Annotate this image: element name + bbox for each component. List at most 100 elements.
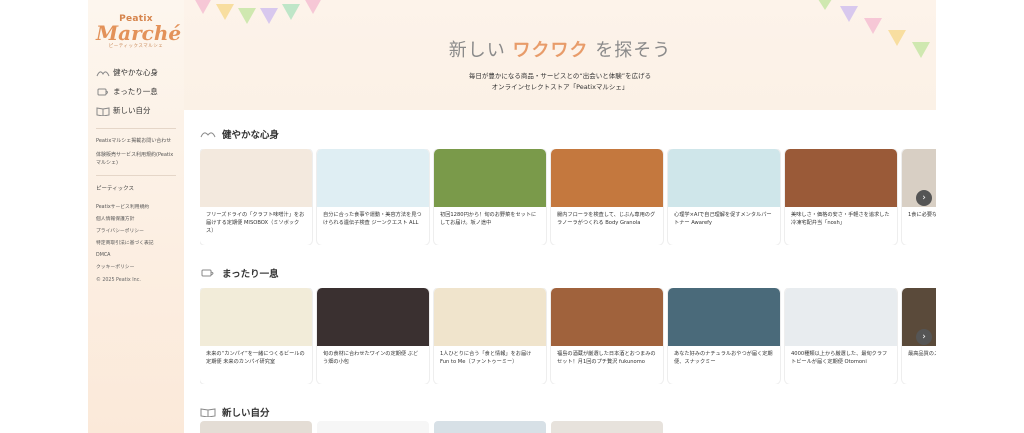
- legal-link[interactable]: プライバシーポリシー: [96, 226, 176, 238]
- sidebar-item-wellness[interactable]: 健やかな心身: [96, 63, 176, 82]
- product-title: 最高品質のスペシャルティ: [908, 351, 936, 357]
- bunting-flag: [282, 4, 300, 20]
- product-title: 心理学×AIで自己理解を促すメンタルパートナー Awarefy: [674, 212, 772, 226]
- main-content: 新しい ワクワク を探そう 毎日が豊かになる商品・サービスとの“出会いと体験”を…: [184, 0, 936, 433]
- card-carousel: 未来の“カンパイ”を一緒につくるビールの定期便 未来のカンパイ研究室 旬の食材に…: [200, 288, 936, 384]
- product-title: 自分に合った食事や運動・美容方法を見つけられる遺伝子検査 ジーンクエスト ALL: [323, 212, 422, 226]
- legal-link[interactable]: DMCA: [96, 250, 176, 262]
- contact-link[interactable]: Peatixマルシェ掲載お問い合わせ: [96, 137, 176, 145]
- category-section-relax: まったり一息 未来の“カンパイ”を一緒につくるビールの定期便 未来のカンパイ研究…: [200, 266, 936, 390]
- logo-main: Marché: [96, 21, 182, 45]
- legal-link[interactable]: Peatixサービス利用規約: [96, 202, 176, 214]
- section-title: まったり一息: [222, 269, 279, 280]
- hero-title: 新しい ワクワク を探そう: [184, 36, 936, 62]
- sidebar-item-label: まったり一息: [113, 87, 158, 96]
- page-frame: Peatix Marché ピーティックスマルシェ 健やかな心身 まったり一息 …: [88, 0, 936, 433]
- product-title: 1人ひとりに合う「食と情報」をお届け Fun to Me（ファントゥーミー）: [440, 351, 532, 365]
- product-card[interactable]: 腸内フローラを検査して、じぶん専用のグラノーラがつくれる Body Granol…: [551, 149, 663, 245]
- section-heading: 新しい自分: [200, 405, 936, 419]
- product-image: [434, 288, 546, 346]
- legal-link[interactable]: 特定商取引法に基づく表記: [96, 238, 176, 250]
- card-carousel: フリーズドライの「クラフト味噌汁」をお届けする定期便 MISOBOX（ミソボック…: [200, 149, 936, 245]
- wellness-icon: [200, 129, 216, 139]
- product-card[interactable]: 旬の食材に合わせたワインの定期便 ぶどう畑の小包: [317, 288, 429, 384]
- logo[interactable]: Peatix Marché ピーティックスマルシェ: [96, 14, 182, 49]
- product-card[interactable]: 美味しさ・価格の安さ・手軽さを追求した冷凍宅配弁当「nosh」: [785, 149, 897, 245]
- bunting-flag: [216, 4, 234, 20]
- section-title: 新しい自分: [222, 408, 270, 419]
- product-title: あなた好みのナチュラルおやつが届く定期便、スナックミー: [674, 351, 773, 365]
- product-card[interactable]: 初回1280円から！旬のお野菜をセットにしてお届け。坂ノ途中: [434, 149, 546, 245]
- legal-link[interactable]: クッキーポリシー: [96, 262, 176, 274]
- sidebar-item-relax[interactable]: まったり一息: [96, 82, 176, 101]
- product-title: 旬の食材に合わせたワインの定期便 ぶどう畑の小包: [323, 351, 419, 365]
- hero-description: 毎日が豊かになる商品・サービスとの“出会いと体験”を広げる: [468, 72, 652, 80]
- category-section-wellness: 健やかな心身 フリーズドライの「クラフト味噌汁」をお届けする定期便 MISOBO…: [200, 127, 936, 251]
- sidebar-item-label: 新しい自分: [113, 106, 151, 115]
- hero-title-accent: ワクワク: [512, 40, 589, 61]
- next-arrow-button[interactable]: ›: [916, 190, 932, 206]
- product-title: フリーズドライの「クラフト味噌汁」をお届けする定期便 MISOBOX（ミソボック…: [206, 212, 305, 234]
- product-title: 未来の“カンパイ”を一緒につくるビールの定期便 未来のカンパイ研究室: [206, 351, 305, 365]
- product-image[interactable]: [434, 421, 546, 433]
- sidebar-divider: [96, 128, 176, 129]
- product-image: [434, 149, 546, 207]
- hero-title-post: を探そう: [588, 40, 672, 61]
- bunting-flag: [260, 8, 278, 24]
- terms-link[interactable]: 体験販売サービス利用規約(Peatixマルシェ): [96, 151, 176, 167]
- product-image: [551, 288, 663, 346]
- product-image[interactable]: [317, 421, 429, 433]
- product-title: 福島の酒蔵が厳選した日本酒とおつまみのセット！月1回のプチ贅沢 fukunomo: [557, 351, 656, 365]
- product-image: [785, 149, 897, 207]
- section-title: 健やかな心身: [222, 130, 280, 141]
- book-icon: [200, 407, 216, 418]
- product-image: [317, 288, 429, 346]
- product-title: 1食に必要な栄養素を「完全栄養食」: [908, 212, 936, 218]
- bunting-flag: [304, 0, 322, 14]
- bunting-flag: [864, 18, 882, 34]
- product-card[interactable]: 自分に合った食事や運動・美容方法を見つけられる遺伝子検査 ジーンクエスト ALL: [317, 149, 429, 245]
- sidebar: Peatix Marché ピーティックスマルシェ 健やかな心身 まったり一息 …: [88, 0, 184, 433]
- product-title: 腸内フローラを検査して、じぶん専用のグラノーラがつくれる Body Granol…: [557, 212, 656, 226]
- product-card[interactable]: 1人ひとりに合う「食と情報」をお届け Fun to Me（ファントゥーミー）: [434, 288, 546, 384]
- product-image: [200, 149, 312, 207]
- hero-banner: 新しい ワクワク を探そう 毎日が豊かになる商品・サービスとの“出会いと体験”を…: [184, 0, 936, 110]
- section-heading: まったり一息: [200, 266, 936, 280]
- company-name: ピーティックス: [96, 186, 135, 192]
- product-card[interactable]: フリーズドライの「クラフト味噌汁」をお届けする定期便 MISOBOX（ミソボック…: [200, 149, 312, 245]
- product-title: 4000種類以上から厳選した、最旬クラフトビールが届く定期便 Otomoni: [791, 351, 888, 365]
- bunting-flag: [194, 0, 212, 14]
- product-image[interactable]: [551, 421, 663, 433]
- product-card[interactable]: 福島の酒蔵が厳選した日本酒とおつまみのセット！月1回のプチ贅沢 fukunomo: [551, 288, 663, 384]
- next-arrow-button[interactable]: ›: [916, 329, 932, 345]
- cup-icon: [200, 268, 216, 278]
- product-image: [668, 149, 780, 207]
- product-image: [785, 288, 897, 346]
- sidebar-divider: [96, 175, 176, 176]
- product-image: [200, 288, 312, 346]
- section-heading: 健やかな心身: [200, 127, 936, 141]
- book-icon: [96, 106, 110, 117]
- bunting-flag: [816, 0, 834, 10]
- hero-title-pre: 新しい: [448, 40, 513, 61]
- hero-description: オンラインセレクトストア「Peatixマルシェ」: [491, 83, 629, 91]
- wellness-icon: [96, 68, 110, 78]
- product-card[interactable]: 4000種類以上から厳選した、最旬クラフトビールが届く定期便 Otomoni: [785, 288, 897, 384]
- bunting-flag: [238, 8, 256, 24]
- sidebar-item-label: 健やかな心身: [113, 68, 158, 77]
- legal-link[interactable]: 個人情報保護方針: [96, 214, 176, 226]
- bunting-flag: [840, 6, 858, 22]
- product-image: [317, 149, 429, 207]
- product-card[interactable]: 未来の“カンパイ”を一緒につくるビールの定期便 未来のカンパイ研究室: [200, 288, 312, 384]
- cup-icon: [96, 87, 110, 97]
- product-image: [668, 288, 780, 346]
- sidebar-item-new-self[interactable]: 新しい自分: [96, 101, 176, 120]
- product-image: [551, 149, 663, 207]
- product-card[interactable]: あなた好みのナチュラルおやつが届く定期便、スナックミー: [668, 288, 780, 384]
- category-section-new-self: 新しい自分: [200, 405, 936, 433]
- copyright: © 2025 Peatix Inc.: [96, 278, 141, 283]
- product-card[interactable]: 心理学×AIで自己理解を促すメンタルパートナー Awarefy: [668, 149, 780, 245]
- product-title: 初回1280円から！旬のお野菜をセットにしてお届け。坂ノ途中: [440, 212, 537, 226]
- product-title: 美味しさ・価格の安さ・手軽さを追求した冷凍宅配弁当「nosh」: [791, 212, 890, 226]
- product-image[interactable]: [200, 421, 312, 433]
